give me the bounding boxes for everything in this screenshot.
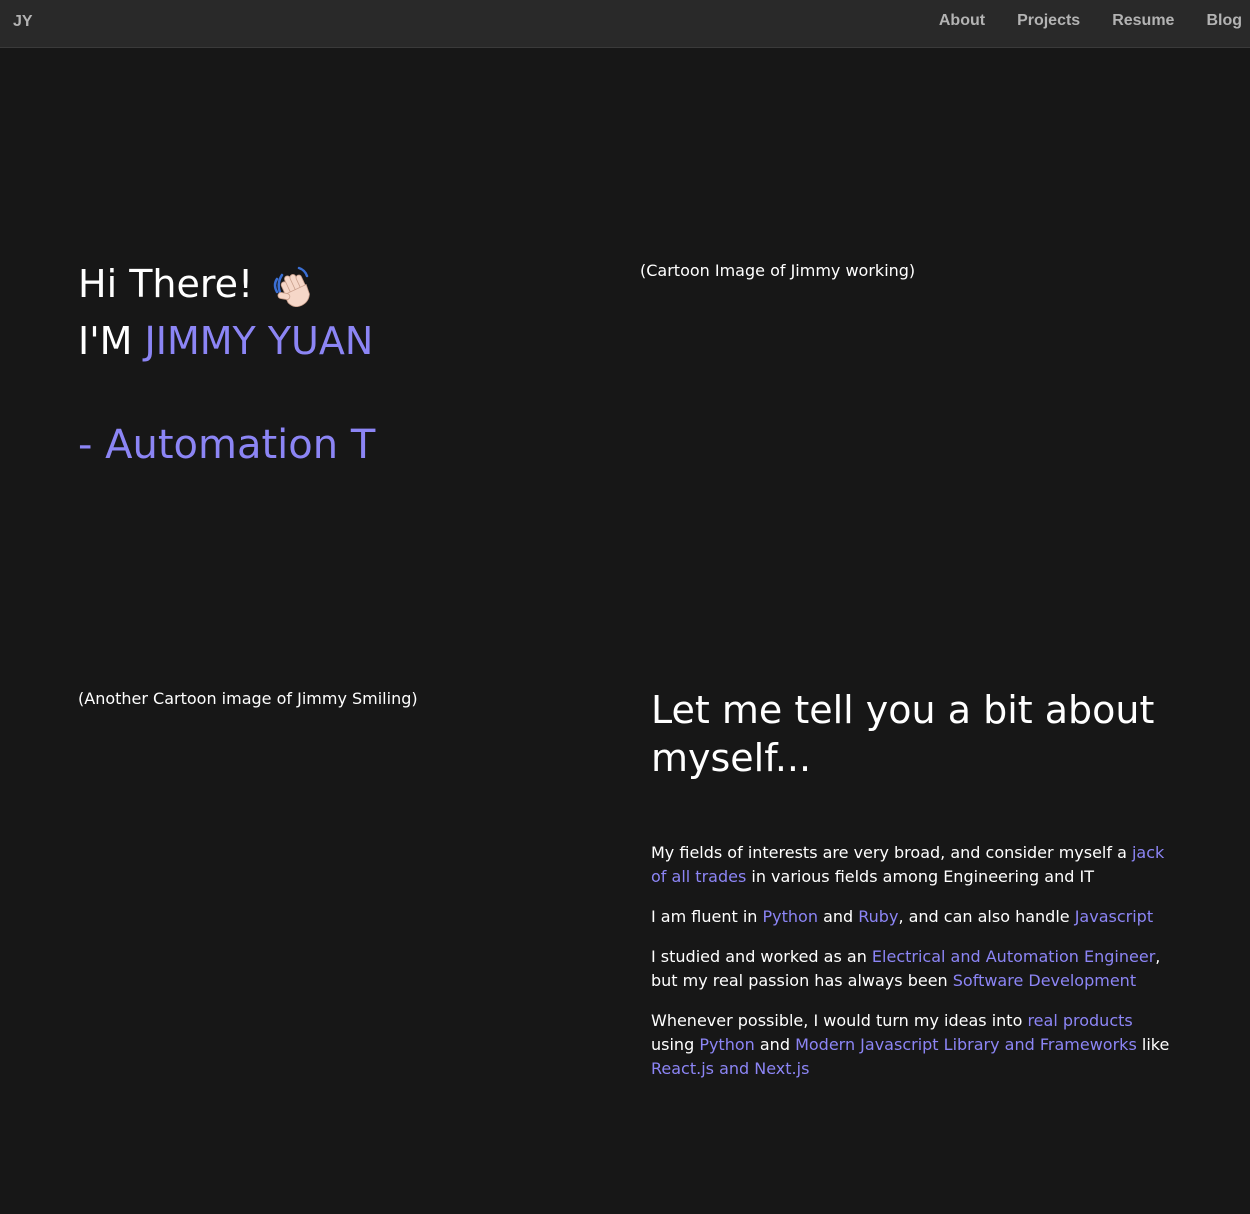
about-title: Let me tell you a bit about myself... (651, 688, 1155, 780)
name-prefix: I'M (78, 319, 133, 363)
about-paragraph: I am fluent in Python and Ruby, and can … (651, 905, 1176, 929)
name: JIMMY YUAN (144, 319, 374, 363)
hero-image-placeholder: (Cartoon Image of Jimmy working) (640, 261, 916, 280)
navbar: JY About Projects Resume Blog (0, 0, 1250, 48)
text: , and can also handle (898, 907, 1075, 926)
nav-link-resume[interactable]: Resume (1112, 12, 1174, 30)
highlight: Electrical and Automation Engineer (871, 947, 1156, 966)
highlight: real products (1027, 1011, 1133, 1030)
name-heading: I'M JIMMY YUAN (78, 315, 373, 367)
typewriter-role: - Automation T (78, 422, 376, 468)
about-paragraph: My fields of interests are very broad, a… (651, 841, 1176, 889)
nav-links: About Projects Resume Blog (907, 12, 1242, 30)
highlight: Python (699, 1035, 755, 1054)
about-paragraph: I studied and worked as an Electrical an… (651, 945, 1176, 993)
about-paragraph: Whenever possible, I would turn my ideas… (651, 1009, 1176, 1081)
highlight: Ruby (858, 907, 899, 926)
text: using (651, 1035, 700, 1054)
highlight: React.js and Next.js (651, 1059, 810, 1078)
text: I studied and worked as an (651, 947, 872, 966)
highlight: Software Development (952, 971, 1137, 990)
about-image-placeholder: (Another Cartoon image of Jimmy Smiling) (78, 689, 418, 708)
highlight: Python (762, 907, 818, 926)
text: in various fields among Engineering and … (746, 867, 1094, 886)
hero-heading: Hi There! I'M JIMMY YUAN (78, 258, 373, 367)
about-body: My fields of interests are very broad, a… (651, 841, 1176, 1097)
text: like (1136, 1035, 1170, 1054)
waving-hand-icon (269, 265, 315, 308)
nav-link-blog[interactable]: Blog (1206, 12, 1242, 30)
nav-link-projects[interactable]: Projects (1017, 12, 1080, 30)
brand-logo[interactable]: JY (13, 13, 33, 31)
text: My fields of interests are very broad, a… (651, 843, 1132, 862)
text: and (817, 907, 859, 926)
greeting-text: Hi There! (78, 262, 254, 306)
text: Whenever possible, I would turn my ideas… (651, 1011, 1028, 1030)
highlight: Javascript (1074, 907, 1154, 926)
highlight: Modern Javascript Library and Frameworks (795, 1035, 1137, 1054)
greeting: Hi There! (78, 258, 373, 310)
text: I am fluent in (651, 907, 763, 926)
text: and (754, 1035, 796, 1054)
nav-link-about[interactable]: About (939, 12, 985, 30)
